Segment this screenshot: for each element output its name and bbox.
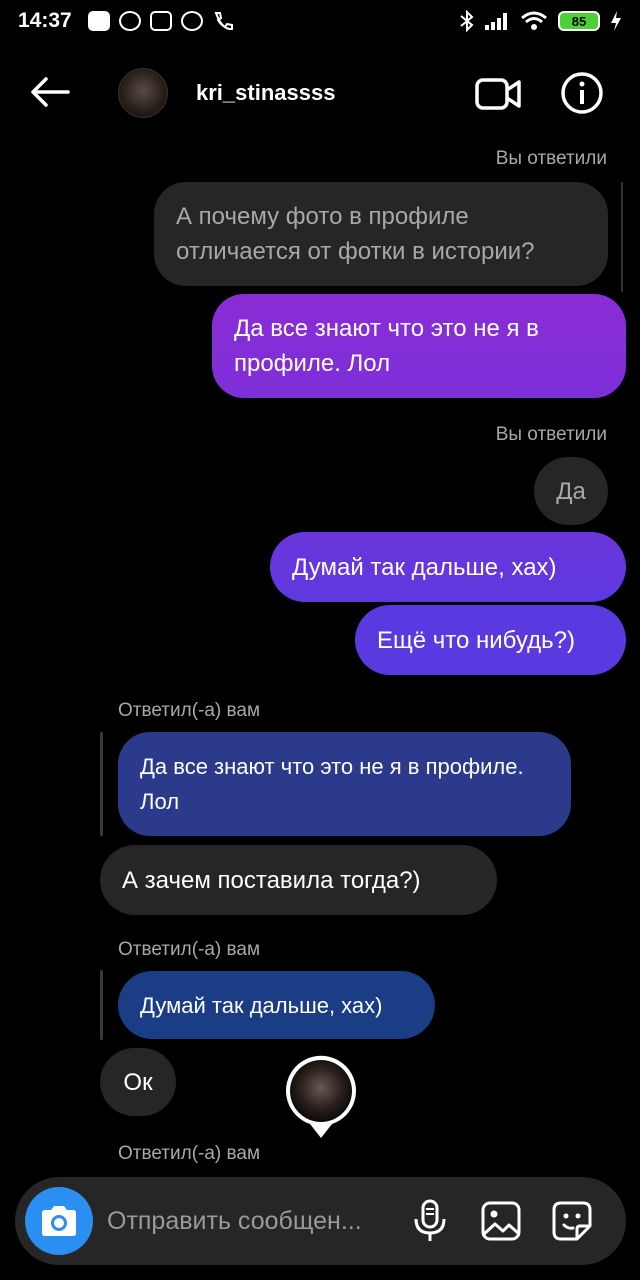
outgoing-message[interactable]: Да все знают что это не я в профиле. Лол <box>212 294 626 398</box>
camera-button[interactable] <box>25 1187 93 1255</box>
battery-icon: 85 <box>558 11 600 31</box>
avatar[interactable] <box>118 68 168 118</box>
quote-bar <box>100 732 103 836</box>
sticker-icon[interactable] <box>551 1200 593 1242</box>
video-call-icon[interactable] <box>474 74 522 114</box>
reply-label: Ответил(-а) вам <box>118 1143 261 1164</box>
viber-icon <box>180 11 203 31</box>
username[interactable]: kri_stinassss <box>196 80 335 106</box>
reply-label: Ответил(-а) вам <box>118 700 261 721</box>
chat-header: kri_stinassss <box>0 58 640 128</box>
back-arrow-icon[interactable] <box>30 76 70 108</box>
incoming-message[interactable]: Ок <box>100 1048 176 1116</box>
incoming-message[interactable]: А зачем поставила тогда?) <box>100 845 497 915</box>
scrollbar[interactable] <box>621 182 623 292</box>
message-input[interactable] <box>107 1199 407 1243</box>
reply-label: Вы ответили <box>495 424 607 445</box>
instagram-icon <box>149 11 172 31</box>
camera-icon <box>42 1206 76 1236</box>
bluetooth-icon <box>460 10 474 32</box>
message-composer <box>15 1177 626 1265</box>
mail-icon <box>118 11 141 31</box>
outgoing-message[interactable]: Думай так дальше, хах) <box>270 532 626 602</box>
charging-icon <box>611 11 621 31</box>
reply-quote-bubble[interactable]: Думай так дальше, хах) <box>118 971 435 1039</box>
reply-label: Ответил(-а) вам <box>118 939 261 960</box>
wifi-icon <box>521 11 547 30</box>
youtube-icon <box>87 11 110 31</box>
call-icon <box>212 11 234 31</box>
quoted-message[interactable]: Да <box>534 457 608 525</box>
info-icon[interactable] <box>560 71 604 115</box>
signal-icon <box>485 13 507 30</box>
status-time: 14:37 <box>18 9 72 32</box>
reply-quote-bubble[interactable]: Да все знают что это не я в профиле. Лол <box>118 732 571 836</box>
typing-avatar-pin <box>286 1055 356 1138</box>
gallery-icon[interactable] <box>480 1200 522 1242</box>
quoted-message[interactable]: А почему фото в профиле отличается от фо… <box>154 182 608 286</box>
quote-bar <box>100 970 103 1040</box>
microphone-icon[interactable] <box>411 1199 449 1243</box>
reply-label: Вы ответили <box>495 148 607 169</box>
status-bar: 14:37 85 <box>0 0 640 42</box>
outgoing-message[interactable]: Ещё что нибудь?) <box>355 605 626 675</box>
